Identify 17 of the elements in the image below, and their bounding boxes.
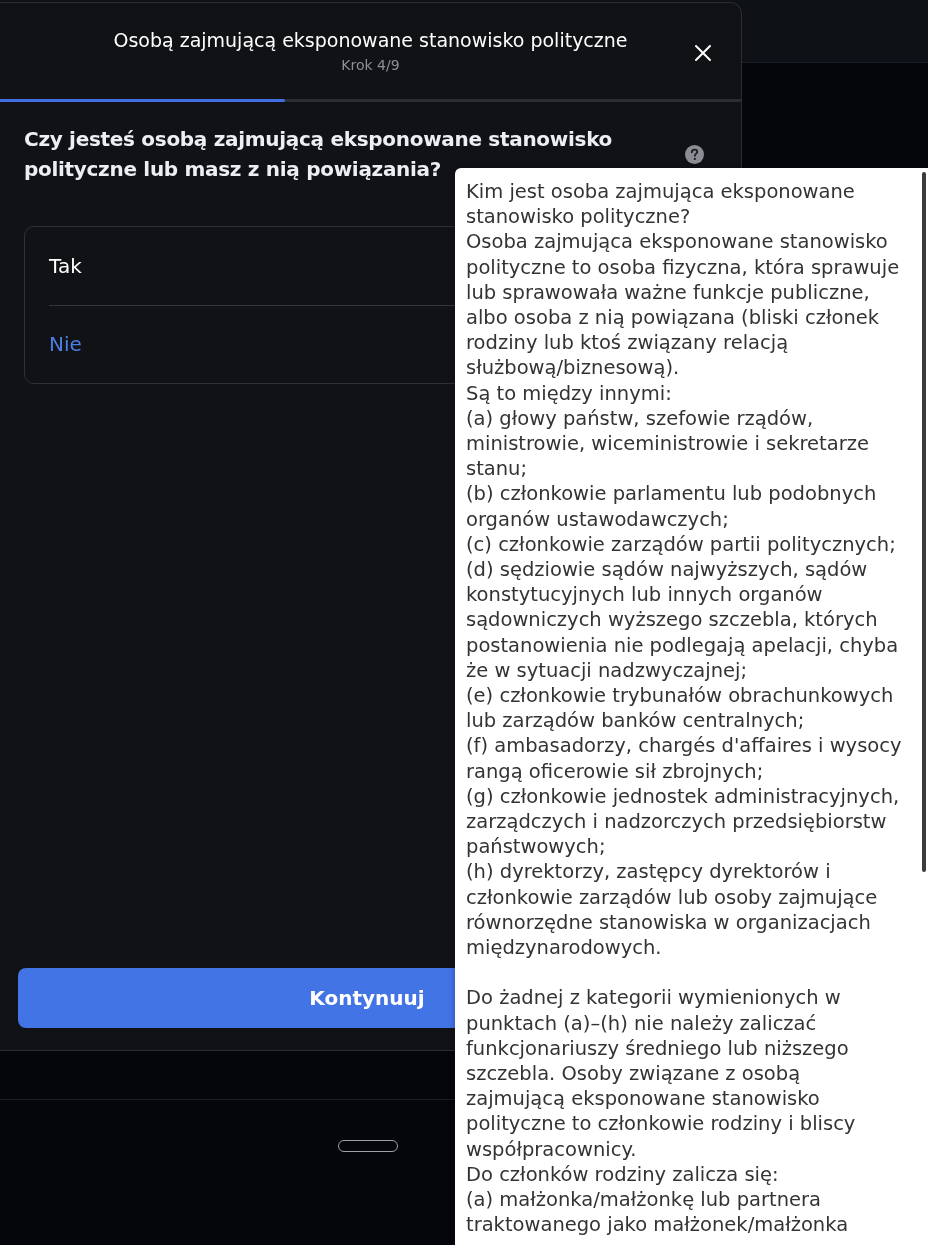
scrollbar-thumb[interactable]: [922, 172, 926, 872]
dialog-title: Osobą zajmującą eksponowane stanowisko polityczne: [113, 28, 628, 52]
tooltip-paragraph: (d) sędziowie sądów najwyższych, sądów konstytucyjnych lub innych organów sądowniczych wyższego szczebla, których postanowienia nie podlegają apelacji, chyba że w sytuacji nadzwyczajnej;: [466, 557, 899, 684]
close-icon: [694, 44, 712, 62]
tooltip-paragraph: (a) małżonka/małżonkę lub partnera traktowanego jako małżonek/małżonka: [466, 1186, 849, 1238]
tooltip-paragraph: (c) członkowie zarządów partii politycznych;: [466, 531, 896, 558]
tooltip-paragraph: Są to między innymi:: [466, 380, 672, 406]
tooltip-paragraph: Osoba zajmująca eksponowane stanowisko polityczne to osoba fizyczna, która sprawuje lub sprawowała ważne funkcje publiczne, albo osoba z nią powiązana (bliski członek rodziny lub ktoś związany relacją służbową/biznesową).: [466, 229, 900, 381]
tooltip-paragraph: (e) członkowie trybunałów obrachunkowych lub zarządów banków centralnych;: [466, 683, 894, 734]
help-icon[interactable]: [685, 145, 704, 164]
tooltip-paragraph: (h) dyrektorzy, zastępcy dyrektorów i członkowie zarządów lub osoby zajmujące równorzędne stanowiska w organizacjach międzynarodowych.: [466, 859, 878, 961]
tooltip-paragraph: (a) głowy państw, szefowie rządów, ministrowie, wiceministrowie i sekretarze stanu;: [466, 405, 869, 482]
tooltip-paragraph: (b) członkowie parlamentu lub podobnych organów ustawodawczych;: [466, 481, 877, 532]
tooltip-paragraph: Do członków rodziny zalicza się:: [466, 1161, 779, 1187]
tooltip-paragraph: (g) członkowie jednostek administracyjnych, zarządczych i nadzorczych przedsiębiorstw państwowych;: [466, 783, 900, 860]
tooltip-paragraph: (f) ambasadorzy, chargés d'affaires i wysocy rangą oficerowie sił zbrojnych;: [466, 733, 902, 784]
step-counter: Krok 4/9: [341, 56, 400, 74]
